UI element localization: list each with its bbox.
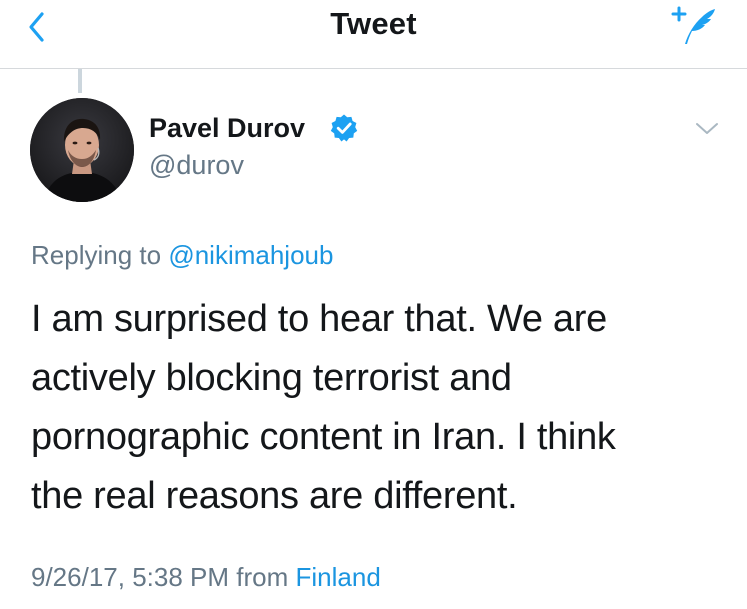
tweet-meta: 9/26/17, 5:38 PM from Finland — [31, 562, 381, 593]
from-label: from — [236, 562, 289, 592]
replying-prefix: Replying to — [31, 240, 162, 270]
page-title: Tweet — [330, 6, 417, 41]
tweet-text: I am surprised to hear that. We are acti… — [31, 290, 731, 526]
profile-photo — [30, 98, 134, 202]
tweet-options-button[interactable] — [690, 112, 724, 146]
tweet-timestamp[interactable]: 9/26/17, 5:38 PM — [31, 562, 229, 592]
replying-to-mention[interactable]: @nikimahjoub — [168, 240, 333, 270]
author-handle[interactable]: @durov — [149, 150, 244, 181]
tweet-text-line: actively blocking terrorist and — [31, 357, 512, 399]
chevron-down-icon — [696, 123, 718, 134]
top-bar: Tweet — [0, 0, 747, 69]
tweet-text-line: the real reasons are different. — [31, 475, 518, 517]
tweet-text-line: I am surprised to hear that. We are — [31, 298, 607, 340]
tweet-text-line: pornographic content in Iran. I think — [31, 416, 616, 458]
verified-badge-icon — [329, 113, 359, 143]
replying-context: Replying to @nikimahjoub — [31, 240, 333, 271]
tweet-location[interactable]: Finland — [296, 562, 381, 592]
avatar[interactable] — [30, 98, 134, 202]
author-name[interactable]: Pavel Durov — [149, 113, 305, 144]
compose-tweet-button[interactable] — [664, 0, 724, 52]
compose-tweet-icon — [671, 6, 715, 44]
thread-connector-line — [78, 69, 82, 93]
